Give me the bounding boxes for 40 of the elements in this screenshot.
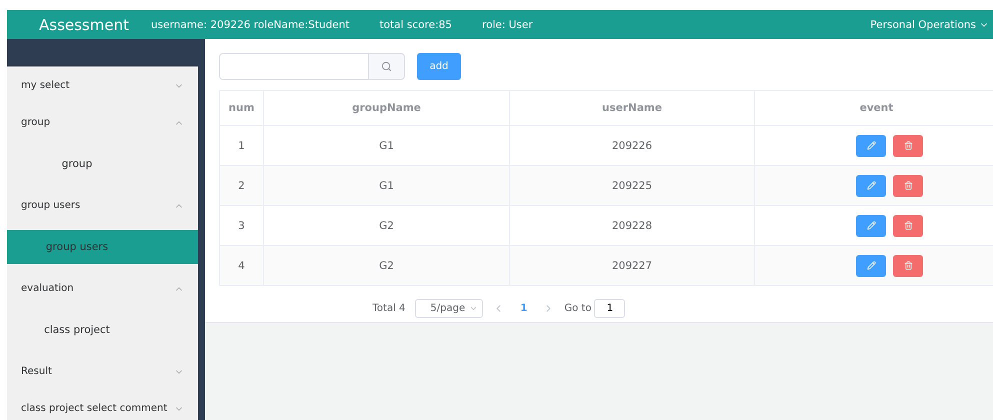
menu-item[interactable]: Result — [7, 353, 198, 390]
pencil-icon — [866, 261, 876, 270]
table-cell: 209227 — [510, 246, 754, 286]
menu-item[interactable]: evaluation — [7, 270, 198, 307]
pencil-icon — [866, 221, 876, 230]
delete-button[interactable] — [893, 174, 923, 196]
trash-icon — [904, 261, 912, 270]
user-info: total score:85 — [380, 18, 452, 30]
submenu-item[interactable]: class project — [7, 313, 147, 347]
goto-field[interactable]: 1 — [594, 299, 626, 318]
pencil-icon — [866, 141, 876, 150]
table-cell: 4 — [220, 246, 264, 286]
chevron-down-icon — [469, 304, 478, 313]
edit-button[interactable] — [856, 254, 886, 276]
edit-button[interactable] — [856, 214, 886, 236]
edit-button[interactable] — [856, 134, 886, 156]
menu-item[interactable]: my select — [7, 67, 198, 104]
trash-icon — [904, 181, 912, 190]
delete-button[interactable] — [893, 134, 923, 156]
delete-button[interactable] — [893, 214, 923, 236]
user-info: role: User — [482, 18, 533, 30]
goto-label: Go to — [564, 303, 592, 314]
table-cell: G2 — [264, 246, 510, 286]
submenu-item[interactable]: group — [7, 147, 147, 181]
user-info: username: 209226 roleName:Student — [150, 18, 350, 30]
menu-item[interactable]: class project select comment — [7, 390, 198, 420]
search-button[interactable] — [368, 53, 405, 80]
search-icon — [381, 61, 392, 72]
trash-icon — [904, 141, 912, 150]
page-size-select[interactable]: 5/page — [415, 299, 484, 318]
submenu-item[interactable]: group users — [7, 230, 198, 264]
delete-button[interactable] — [893, 254, 923, 276]
search-field[interactable] — [219, 53, 368, 80]
trash-icon — [904, 221, 912, 230]
edit-button[interactable] — [856, 174, 886, 196]
menu-item[interactable]: group users — [7, 187, 198, 224]
app-title: Assessment — [39, 16, 129, 34]
total-count: Total 4 — [372, 303, 406, 314]
menu-item[interactable]: group — [7, 104, 198, 141]
pencil-icon — [866, 181, 876, 190]
